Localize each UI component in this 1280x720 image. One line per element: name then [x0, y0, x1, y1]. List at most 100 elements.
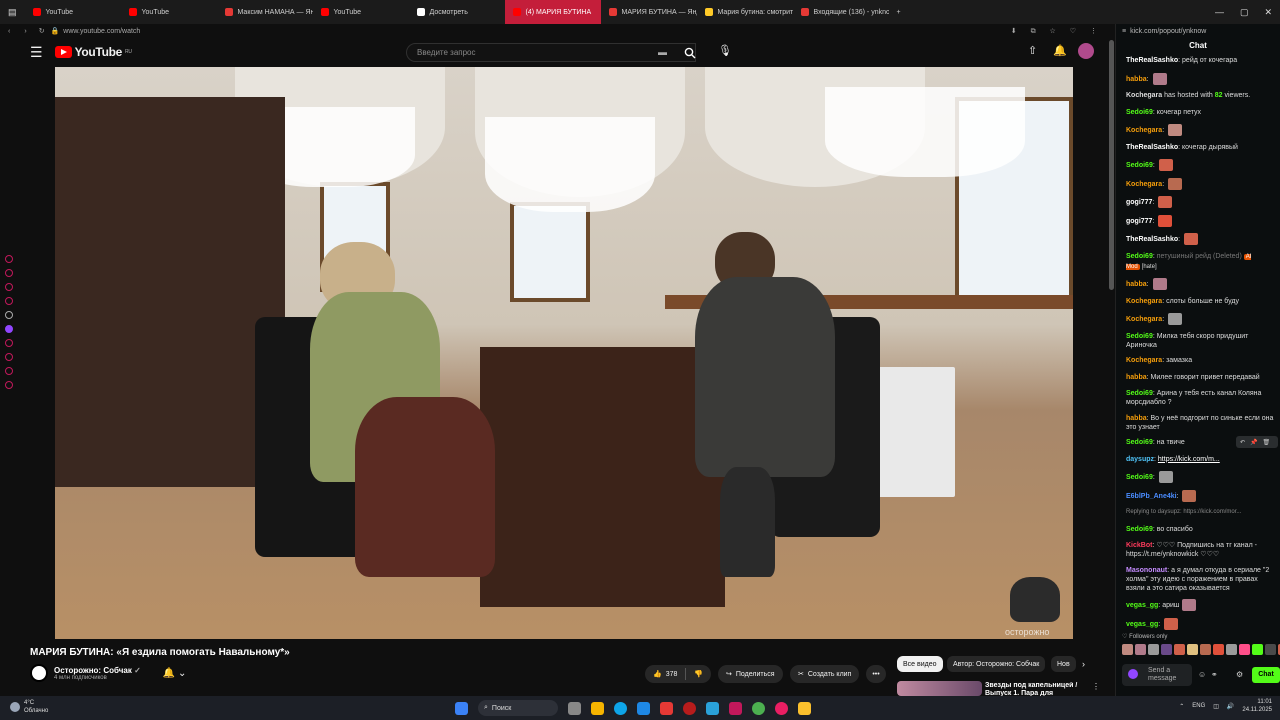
chat-message[interactable]: Sedoi69: Милка тебя скоро придушит Арино… [1126, 332, 1276, 350]
reply-icon[interactable]: ↶ [1240, 439, 1245, 446]
chat-username[interactable]: TheRealSashko [1126, 57, 1178, 64]
chat-message[interactable]: KickBot: ♡♡♡ Подпишись на тг канал - htt… [1126, 541, 1276, 559]
search-button[interactable] [678, 43, 702, 62]
sidebar-app-icon[interactable] [5, 367, 13, 375]
app-icon[interactable] [683, 701, 696, 715]
hamburger-menu-icon[interactable]: ☰ [30, 44, 43, 61]
chat-message[interactable]: habba: [1126, 72, 1276, 85]
chat-message[interactable]: E6blPb_Ane4ki: [1126, 489, 1276, 502]
forward-icon[interactable]: › [18, 28, 32, 35]
upload-icon[interactable]: ⇧ [1028, 44, 1037, 57]
page-scrollbar[interactable] [1109, 40, 1114, 290]
telegram-icon[interactable] [706, 701, 719, 715]
chat-username[interactable]: Kochegara [1126, 316, 1162, 323]
chat-message[interactable]: habba: [1126, 278, 1276, 290]
emote-icon[interactable] [1239, 644, 1250, 655]
extension-icons[interactable]: ⬇ ⧉ ☆ ♡ ⋮ [1011, 27, 1115, 36]
browser-tab[interactable]: Мария бутина: смотрит [697, 0, 793, 24]
channel-name[interactable]: Осторожно: Собчак [54, 666, 132, 675]
next-video-title[interactable]: Звезды под капельницей / Выпуск 1. Пара … [985, 682, 1085, 696]
chat-username[interactable]: Sedoi69 [1126, 333, 1153, 340]
filter-chip[interactable]: Все видео [897, 656, 943, 672]
search-input[interactable]: Введите запрос [406, 43, 696, 62]
microphone-icon[interactable]: 🎙 [718, 44, 732, 57]
sidebar-app-icon[interactable] [5, 269, 13, 277]
chat-message[interactable]: Sedoi69: [1126, 159, 1276, 171]
chat-message[interactable]: habba: Во у неё подгорит по синьке если … [1126, 414, 1276, 432]
chat-username[interactable]: habba [1126, 415, 1147, 422]
new-tab-button[interactable]: + [889, 0, 909, 24]
file-explorer-icon[interactable] [591, 701, 604, 715]
chat-message[interactable]: TheRealSashko: рейд от кочегара [1126, 56, 1276, 66]
chat-message[interactable]: Sedoi69: кочегар петух [1126, 108, 1276, 118]
app-icon[interactable] [798, 701, 811, 715]
network-icon[interactable]: ◫ [1213, 703, 1219, 710]
maximize-icon[interactable]: ▢ [1232, 7, 1257, 18]
url-field[interactable]: www.youtube.com/watch [63, 28, 140, 35]
emote-icon[interactable] [1252, 644, 1263, 655]
chrome-icon[interactable] [752, 701, 765, 715]
filter-chip[interactable]: Автор: Осторожно: Собчак [947, 656, 1046, 672]
browser-tab[interactable]: Максим НАМАНА — Янд [217, 0, 313, 24]
emote-icon[interactable] [1200, 644, 1211, 655]
sidebar-app-icon[interactable] [5, 297, 13, 305]
chat-message[interactable]: Sedoi69: [1126, 471, 1276, 483]
opera-icon[interactable] [729, 701, 742, 715]
chat-message-text[interactable]: https://kick.com/m... [1158, 456, 1220, 463]
chat-message[interactable]: Kochegara: замазка [1126, 356, 1276, 366]
chat-message[interactable]: daysupz: https://kick.com/m... [1126, 455, 1276, 465]
chat-username[interactable]: Sedoi69 [1126, 390, 1153, 397]
sidebar-app-icon[interactable] [5, 339, 13, 347]
emote-icon[interactable] [1174, 644, 1185, 655]
chat-message[interactable]: Kochegara: [1126, 124, 1276, 136]
chat-username[interactable]: Sedoi69 [1126, 474, 1153, 481]
chat-message[interactable]: Sedoi69: Арина у тебя есть канал Коляна … [1126, 389, 1276, 407]
chat-message[interactable]: Sedoi69: во спасибо [1126, 525, 1276, 535]
delete-icon[interactable]: 🗑 [1263, 439, 1271, 446]
chevron-right-icon[interactable]: › [1082, 659, 1085, 669]
chat-message[interactable]: TheRealSashko: кочегар дырявый [1126, 143, 1276, 153]
tab-actions-icon[interactable]: ▤ [0, 7, 25, 18]
chat-username[interactable]: Sedoi69 [1126, 162, 1153, 169]
like-count[interactable]: 378 [666, 671, 678, 678]
edge-icon[interactable] [614, 701, 627, 715]
emoji-icon[interactable]: ☺ [1198, 670, 1206, 679]
tray-chevron-icon[interactable]: ⌃ [1179, 703, 1184, 710]
chat-username[interactable]: KickBot [1126, 542, 1152, 549]
chat-message[interactable]: Kochegara: слоты больше не буду [1126, 297, 1276, 307]
volume-icon[interactable]: 🔊 [1227, 703, 1234, 710]
minimize-icon[interactable]: — [1207, 7, 1232, 18]
chat-username[interactable]: gogi777 [1126, 217, 1152, 224]
back-icon[interactable]: ‹ [0, 28, 18, 35]
emote-icon[interactable] [1148, 644, 1159, 655]
chat-username[interactable]: habba [1126, 75, 1147, 82]
pin-icon[interactable]: 📌 [1250, 439, 1257, 446]
language-indicator[interactable]: ENG [1192, 703, 1205, 709]
browser-tab[interactable]: МАРИЯ БУТИНА — Янд [601, 0, 697, 24]
like-icon[interactable]: 👍 [653, 670, 662, 678]
chat-message-input[interactable]: Send a message [1122, 664, 1192, 686]
chat-username[interactable]: Kochegara [1126, 357, 1162, 364]
chat-username[interactable]: habba [1126, 281, 1147, 288]
clock[interactable]: 11:01 24.11.2025 [1242, 698, 1272, 714]
chat-message[interactable]: Masononaut: а я думал откуда в сериале "… [1126, 566, 1276, 593]
sidebar-app-icon[interactable] [5, 283, 13, 291]
chat-username[interactable]: vegas_gg [1126, 620, 1158, 627]
chat-message-list[interactable]: TheRealSashko: рейд от кочегара habba: Ko… [1126, 56, 1276, 646]
yandex-icon[interactable] [660, 701, 673, 715]
chat-username[interactable]: Sedoi69 [1126, 109, 1153, 116]
more-vert-icon[interactable]: ⋮ [1092, 682, 1100, 691]
chat-message[interactable]: gogi777: [1126, 214, 1276, 227]
chat-url[interactable]: kick.com/popout/ynknow [1130, 28, 1206, 35]
subscribed-bell-button[interactable]: 🔔 ⌄ [163, 668, 187, 679]
browser-tab[interactable]: Входящие (136) - ynkno [793, 0, 889, 24]
chat-username[interactable]: TheRealSashko [1126, 144, 1178, 151]
emote-icon[interactable] [1161, 644, 1172, 655]
emote-icon[interactable] [1265, 644, 1276, 655]
browser-tab[interactable]: (4) МАРИЯ БУТИНА [504, 0, 601, 24]
chat-username[interactable]: Kochegara [1126, 127, 1162, 134]
chat-username[interactable]: TheRealSashko [1126, 236, 1178, 243]
chat-message[interactable]: Kochegara: [1126, 313, 1276, 325]
sidebar-app-icon[interactable] [5, 255, 13, 263]
task-view-icon[interactable] [568, 701, 581, 715]
